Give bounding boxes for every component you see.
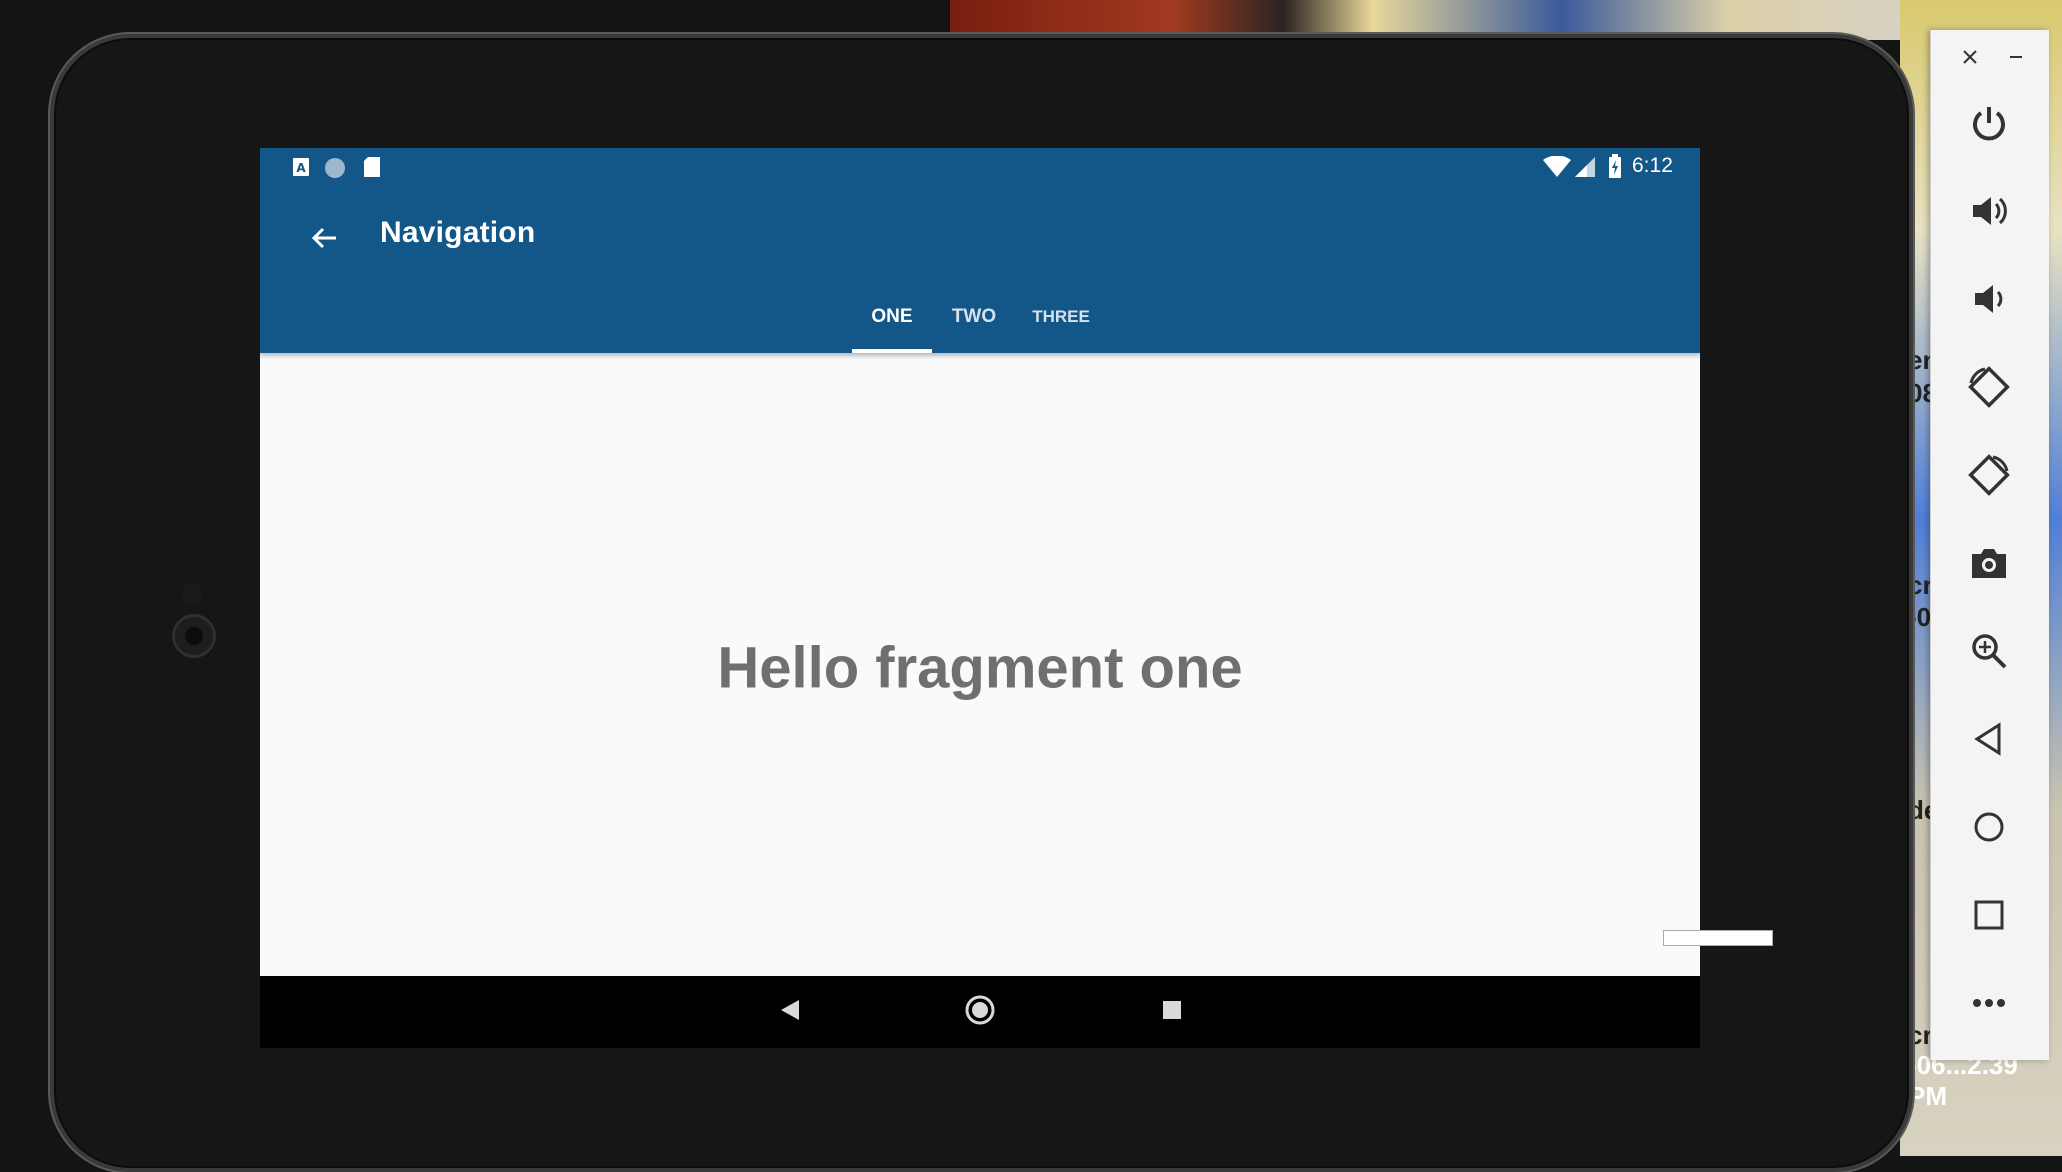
overview-button[interactable] xyxy=(1961,889,2017,945)
zoom-in-icon xyxy=(1969,631,2009,676)
rotate-right-button[interactable] xyxy=(1961,449,2017,505)
volume-down-button[interactable] xyxy=(1961,273,2017,329)
tab-three[interactable]: THREE xyxy=(1016,298,1106,353)
fragment-message: Hello fragment one xyxy=(717,635,1243,701)
tab-indicator xyxy=(852,349,932,353)
back-button[interactable] xyxy=(1961,713,2017,769)
app-bar: A 6:12 Navigation ONE TWO THREE xyxy=(260,148,1700,353)
proximity-sensor xyxy=(182,583,202,603)
sd-card-icon xyxy=(363,156,381,183)
overview-icon xyxy=(1971,897,2007,938)
minimize-icon xyxy=(2008,49,2024,70)
tab-label: TWO xyxy=(951,306,997,327)
volume-up-button[interactable] xyxy=(1961,185,2017,241)
battery-icon xyxy=(1608,154,1622,183)
status-bar: A 6:12 xyxy=(260,148,1700,188)
page-title: Navigation xyxy=(380,216,536,249)
front-camera xyxy=(172,614,216,658)
volume-up-icon xyxy=(1969,191,2009,236)
status-time: 6:12 xyxy=(1632,154,1673,177)
cell-signal-icon xyxy=(1575,157,1595,182)
tab-one[interactable]: ONE xyxy=(852,298,932,353)
back-triangle-icon xyxy=(779,998,801,1027)
volume-down-icon xyxy=(1969,279,2009,324)
back-arrow-button[interactable] xyxy=(296,212,352,268)
home-button[interactable] xyxy=(1961,801,2017,857)
more-button[interactable] xyxy=(1961,977,2017,1033)
close-icon xyxy=(1962,49,1978,70)
tab-two[interactable]: TWO xyxy=(932,298,1016,353)
system-recents-button[interactable] xyxy=(1152,992,1192,1032)
power-icon xyxy=(1969,103,2009,148)
home-icon xyxy=(1971,809,2007,850)
tab-label: THREE xyxy=(1032,307,1090,326)
power-button[interactable] xyxy=(1961,97,2017,153)
floating-scroll-widget[interactable] xyxy=(1663,930,1773,946)
close-button[interactable] xyxy=(1955,44,1985,74)
system-home-button[interactable] xyxy=(960,992,1000,1032)
minimize-button[interactable] xyxy=(2001,44,2031,74)
rotate-right-icon xyxy=(1967,453,2011,502)
svg-text:A: A xyxy=(296,161,306,175)
system-navigation-bar xyxy=(260,976,1700,1048)
zoom-button[interactable] xyxy=(1961,625,2017,681)
a-notification-icon: A xyxy=(292,157,310,182)
device-screen: A 6:12 Navigation ONE TWO THREE Hello fr… xyxy=(260,148,1700,1048)
screenshot-button[interactable] xyxy=(1961,537,2017,593)
circle-notification-icon xyxy=(324,157,346,184)
tab-bar: ONE TWO THREE xyxy=(260,298,1700,353)
emulator-control-panel xyxy=(1930,30,2049,1060)
more-icon xyxy=(1971,996,2007,1014)
system-back-button[interactable] xyxy=(770,992,810,1032)
wifi-icon xyxy=(1543,155,1571,183)
tab-label: ONE xyxy=(871,306,913,327)
back-icon xyxy=(1971,721,2007,762)
rotate-left-button[interactable] xyxy=(1961,361,2017,417)
rotate-left-icon xyxy=(1967,365,2011,414)
panel-window-controls xyxy=(1931,44,2049,74)
camera-icon xyxy=(1969,543,2009,588)
home-circle-icon xyxy=(964,994,996,1031)
recents-square-icon xyxy=(1161,999,1183,1026)
arrow-back-icon xyxy=(310,224,338,257)
